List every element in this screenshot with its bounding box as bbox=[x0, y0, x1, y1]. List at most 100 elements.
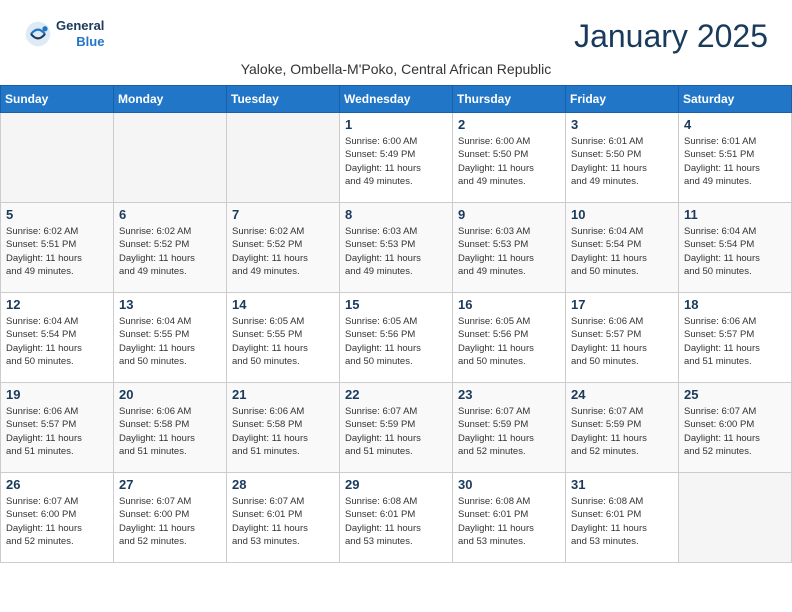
day-info: Sunrise: 6:06 AM Sunset: 5:58 PM Dayligh… bbox=[232, 405, 334, 458]
day-header-monday: Monday bbox=[114, 86, 227, 113]
day-number: 9 bbox=[458, 207, 560, 222]
day-info: Sunrise: 6:06 AM Sunset: 5:57 PM Dayligh… bbox=[684, 315, 786, 368]
day-info: Sunrise: 6:02 AM Sunset: 5:52 PM Dayligh… bbox=[232, 225, 334, 278]
calendar-cell: 11Sunrise: 6:04 AM Sunset: 5:54 PM Dayli… bbox=[679, 203, 792, 293]
calendar-cell: 28 Sunrise: 6:07 AM Sunset: 6:01 PM Dayli… bbox=[227, 473, 340, 563]
day-info: Sunrise: 6:01 AM Sunset: 5:50 PM Dayligh… bbox=[571, 135, 673, 188]
day-info: Sunrise: 6:07 AM Sunset: 6:00 PM Dayligh… bbox=[684, 405, 786, 458]
page-header: General Blue January 2025 bbox=[0, 0, 792, 59]
calendar-cell: 25 Sunrise: 6:07 AM Sunset: 6:00 PM Dayli… bbox=[679, 383, 792, 473]
day-info: Sunrise: 6:04 AM Sunset: 5:54 PM Dayligh… bbox=[6, 315, 108, 368]
day-number: 6 bbox=[119, 207, 221, 222]
calendar-cell: 1 Sunrise: 6:00 AM Sunset: 5:49 PM Daylig… bbox=[340, 113, 453, 203]
day-number: 26 bbox=[6, 477, 108, 492]
day-number: 5 bbox=[6, 207, 108, 222]
calendar-cell: 20Sunrise: 6:06 AM Sunset: 5:58 PM Dayli… bbox=[114, 383, 227, 473]
day-number: 28 bbox=[232, 477, 334, 492]
calendar-week-row: 19 Sunrise: 6:06 AM Sunset: 5:57 PM Dayli… bbox=[1, 383, 792, 473]
day-number: 13 bbox=[119, 297, 221, 312]
day-number: 19 bbox=[6, 387, 108, 402]
day-number: 25 bbox=[684, 387, 786, 402]
day-info: Sunrise: 6:08 AM Sunset: 6:01 PM Dayligh… bbox=[345, 495, 447, 548]
calendar-cell: 18 Sunrise: 6:06 AM Sunset: 5:57 PM Dayli… bbox=[679, 293, 792, 383]
day-number: 21 bbox=[232, 387, 334, 402]
day-header-saturday: Saturday bbox=[679, 86, 792, 113]
day-info: Sunrise: 6:06 AM Sunset: 5:57 PM Dayligh… bbox=[571, 315, 673, 368]
calendar-cell: 3 Sunrise: 6:01 AM Sunset: 5:50 PM Daylig… bbox=[566, 113, 679, 203]
calendar-cell: 9Sunrise: 6:03 AM Sunset: 5:53 PM Daylig… bbox=[453, 203, 566, 293]
calendar-cell: 13 Sunrise: 6:04 AM Sunset: 5:55 PM Dayli… bbox=[114, 293, 227, 383]
calendar-cell: 8 Sunrise: 6:03 AM Sunset: 5:53 PM Daylig… bbox=[340, 203, 453, 293]
calendar-week-row: 5 Sunrise: 6:02 AM Sunset: 5:51 PM Daylig… bbox=[1, 203, 792, 293]
day-number: 30 bbox=[458, 477, 560, 492]
day-number: 18 bbox=[684, 297, 786, 312]
calendar-cell: 12Sunrise: 6:04 AM Sunset: 5:54 PM Dayli… bbox=[1, 293, 114, 383]
calendar-week-row: 12Sunrise: 6:04 AM Sunset: 5:54 PM Dayli… bbox=[1, 293, 792, 383]
logo-general-text: General bbox=[56, 18, 104, 34]
calendar-cell: 23 Sunrise: 6:07 AM Sunset: 5:59 PM Dayli… bbox=[453, 383, 566, 473]
day-info: Sunrise: 6:06 AM Sunset: 5:57 PM Dayligh… bbox=[6, 405, 108, 458]
calendar-cell: 14Sunrise: 6:05 AM Sunset: 5:55 PM Dayli… bbox=[227, 293, 340, 383]
calendar-cell: 24 Sunrise: 6:07 AM Sunset: 5:59 PM Dayli… bbox=[566, 383, 679, 473]
day-number: 17 bbox=[571, 297, 673, 312]
calendar-cell: 29Sunrise: 6:08 AM Sunset: 6:01 PM Dayli… bbox=[340, 473, 453, 563]
day-number: 24 bbox=[571, 387, 673, 402]
day-number: 4 bbox=[684, 117, 786, 132]
day-info: Sunrise: 6:05 AM Sunset: 5:56 PM Dayligh… bbox=[458, 315, 560, 368]
day-info: Sunrise: 6:04 AM Sunset: 5:54 PM Dayligh… bbox=[684, 225, 786, 278]
calendar-table: SundayMondayTuesdayWednesdayThursdayFrid… bbox=[0, 85, 792, 563]
day-number: 31 bbox=[571, 477, 673, 492]
calendar-cell: 21 Sunrise: 6:06 AM Sunset: 5:58 PM Dayli… bbox=[227, 383, 340, 473]
logo: General Blue bbox=[24, 18, 104, 49]
location-subtitle: Yaloke, Ombella-M'Poko, Central African … bbox=[0, 59, 792, 85]
calendar-cell: 26 Sunrise: 6:07 AM Sunset: 6:00 PM Dayli… bbox=[1, 473, 114, 563]
day-info: Sunrise: 6:02 AM Sunset: 5:52 PM Dayligh… bbox=[119, 225, 221, 278]
day-info: Sunrise: 6:00 AM Sunset: 5:50 PM Dayligh… bbox=[458, 135, 560, 188]
day-info: Sunrise: 6:07 AM Sunset: 5:59 PM Dayligh… bbox=[458, 405, 560, 458]
calendar-week-row: 26 Sunrise: 6:07 AM Sunset: 6:00 PM Dayli… bbox=[1, 473, 792, 563]
day-number: 23 bbox=[458, 387, 560, 402]
day-number: 1 bbox=[345, 117, 447, 132]
calendar-cell: 27Sunrise: 6:07 AM Sunset: 6:00 PM Dayli… bbox=[114, 473, 227, 563]
day-info: Sunrise: 6:07 AM Sunset: 6:01 PM Dayligh… bbox=[232, 495, 334, 548]
calendar-cell bbox=[227, 113, 340, 203]
day-info: Sunrise: 6:01 AM Sunset: 5:51 PM Dayligh… bbox=[684, 135, 786, 188]
calendar-cell: 19 Sunrise: 6:06 AM Sunset: 5:57 PM Dayli… bbox=[1, 383, 114, 473]
calendar-cell: 6 Sunrise: 6:02 AM Sunset: 5:52 PM Daylig… bbox=[114, 203, 227, 293]
calendar-cell: 7 Sunrise: 6:02 AM Sunset: 5:52 PM Daylig… bbox=[227, 203, 340, 293]
day-number: 3 bbox=[571, 117, 673, 132]
day-info: Sunrise: 6:07 AM Sunset: 6:00 PM Dayligh… bbox=[6, 495, 108, 548]
day-header-thursday: Thursday bbox=[453, 86, 566, 113]
day-info: Sunrise: 6:02 AM Sunset: 5:51 PM Dayligh… bbox=[6, 225, 108, 278]
day-info: Sunrise: 6:07 AM Sunset: 6:00 PM Dayligh… bbox=[119, 495, 221, 548]
calendar-cell: 4 Sunrise: 6:01 AM Sunset: 5:51 PM Daylig… bbox=[679, 113, 792, 203]
day-info: Sunrise: 6:04 AM Sunset: 5:55 PM Dayligh… bbox=[119, 315, 221, 368]
day-header-sunday: Sunday bbox=[1, 86, 114, 113]
day-number: 22 bbox=[345, 387, 447, 402]
day-number: 20 bbox=[119, 387, 221, 402]
day-info: Sunrise: 6:05 AM Sunset: 5:56 PM Dayligh… bbox=[345, 315, 447, 368]
day-info: Sunrise: 6:08 AM Sunset: 6:01 PM Dayligh… bbox=[571, 495, 673, 548]
day-number: 2 bbox=[458, 117, 560, 132]
calendar-cell: 5 Sunrise: 6:02 AM Sunset: 5:51 PM Daylig… bbox=[1, 203, 114, 293]
day-info: Sunrise: 6:03 AM Sunset: 5:53 PM Dayligh… bbox=[345, 225, 447, 278]
day-info: Sunrise: 6:07 AM Sunset: 5:59 PM Dayligh… bbox=[571, 405, 673, 458]
day-info: Sunrise: 6:08 AM Sunset: 6:01 PM Dayligh… bbox=[458, 495, 560, 548]
calendar-cell: 30 Sunrise: 6:08 AM Sunset: 6:01 PM Dayli… bbox=[453, 473, 566, 563]
day-header-wednesday: Wednesday bbox=[340, 86, 453, 113]
day-number: 7 bbox=[232, 207, 334, 222]
day-header-tuesday: Tuesday bbox=[227, 86, 340, 113]
calendar-cell: 16 Sunrise: 6:05 AM Sunset: 5:56 PM Dayli… bbox=[453, 293, 566, 383]
calendar-header-row: SundayMondayTuesdayWednesdayThursdayFrid… bbox=[1, 86, 792, 113]
calendar-cell: 31 Sunrise: 6:08 AM Sunset: 6:01 PM Dayli… bbox=[566, 473, 679, 563]
calendar-cell bbox=[679, 473, 792, 563]
day-number: 14 bbox=[232, 297, 334, 312]
day-info: Sunrise: 6:00 AM Sunset: 5:49 PM Dayligh… bbox=[345, 135, 447, 188]
day-number: 16 bbox=[458, 297, 560, 312]
day-number: 8 bbox=[345, 207, 447, 222]
month-title: January 2025 bbox=[24, 18, 768, 55]
day-number: 15 bbox=[345, 297, 447, 312]
calendar-week-row: 1 Sunrise: 6:00 AM Sunset: 5:49 PM Daylig… bbox=[1, 113, 792, 203]
calendar-cell: 22Sunrise: 6:07 AM Sunset: 5:59 PM Dayli… bbox=[340, 383, 453, 473]
calendar-cell: 10Sunrise: 6:04 AM Sunset: 5:54 PM Dayli… bbox=[566, 203, 679, 293]
